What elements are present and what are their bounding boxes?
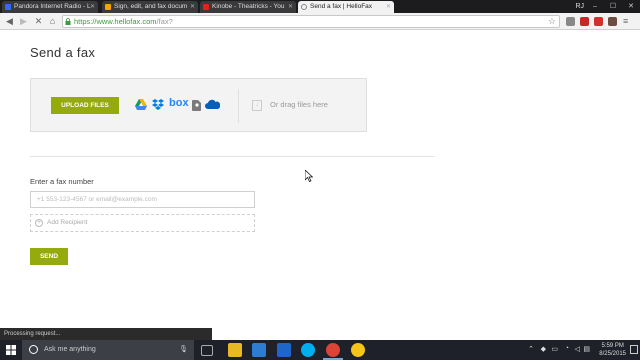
youtube-icon [203,4,209,10]
close-icon[interactable]: ✕ [90,1,95,13]
send-button[interactable]: SEND [30,248,68,265]
page-title: Send a fax [30,45,96,60]
tab-label: Send a fax | HelloFax [310,3,373,10]
dropbox-icon[interactable] [152,99,164,110]
add-recipient-button[interactable]: + Add Recipient [30,214,255,232]
back-icon[interactable]: ◀ [4,16,15,27]
url-path: /fax? [156,17,173,26]
cortana-icon [29,345,38,354]
stop-icon[interactable]: ✕ [33,16,44,27]
tab-youtube[interactable]: Kinobe - Theatricks - You ✕ [200,1,296,13]
page-content: Send a fax UPLOAD FILES box ↓ Or drag fi… [0,31,640,328]
extension-icon[interactable] [566,17,575,26]
divider [238,89,239,123]
add-recipient-label: Add Recipient [47,219,88,226]
browser-tab-strip: Pandora Internet Radio - L ✕ Sign, edit,… [0,0,640,13]
window-controls: – ☐ ✕ [586,0,640,13]
network-icon[interactable]: ◔ [565,345,569,352]
clock-time: 5:59 PM [601,343,624,349]
volume-icon[interactable]: ◁ [575,345,580,353]
extension-icon[interactable] [608,17,617,26]
clock[interactable]: 5:59 PM 8/25/2015 [599,342,626,358]
tab-pandora[interactable]: Pandora Internet Radio - L ✕ [2,1,98,13]
upload-area[interactable]: UPLOAD FILES box ↓ Or drag files here [30,78,367,132]
box-icon[interactable]: box [169,97,189,109]
pinterest-icon[interactable] [594,17,603,26]
fax-number-input[interactable] [30,191,255,208]
menu-icon[interactable]: ≡ [623,17,632,26]
skype-icon[interactable] [301,343,315,357]
search-placeholder: Ask me anything [44,346,96,353]
lock-icon [65,18,71,25]
hellosign-icon [105,4,111,10]
forward-icon[interactable]: ▶ [18,16,29,27]
microphone-icon[interactable]: 🎙 [179,340,188,360]
home-icon[interactable]: ⌂ [47,16,58,27]
app-tray-icon[interactable]: ◆ [541,345,546,353]
keyboard-icon[interactable]: ▤ [583,345,590,353]
mail-icon[interactable] [252,343,266,357]
google-drive-icon[interactable] [135,99,147,110]
chevron-up-icon[interactable]: ⌃ [528,345,534,353]
plus-icon: + [35,219,43,227]
browser-toolbar: ◀ ▶ ✕ ⌂ https://www.hellofax.com/fax? ☆ … [0,13,640,30]
status-bar: Processing request... [0,328,212,340]
task-view-icon[interactable] [201,345,213,356]
windows-start-icon[interactable] [0,340,22,360]
profile-badge[interactable]: RJ [575,0,584,13]
gmail-icon[interactable] [580,17,589,26]
clock-date: 8/25/2015 [599,351,626,357]
close-icon[interactable]: ✕ [190,1,195,13]
tab-label: Sign, edit, and fax docum [114,3,188,10]
chrome-icon[interactable] [323,343,343,360]
url-host: https://www.hellofax.com [74,17,157,26]
section-divider [30,156,435,157]
battery-icon[interactable]: ▭ [551,345,558,353]
file-icon: ↓ [252,100,262,111]
store-icon[interactable] [277,343,291,357]
fax-number-label: Enter a fax number [30,177,94,186]
taskbar: Ask me anything 🎙 ⌃ ◆ ▭ ◔ ◁ ▤ 5:59 PM 8/… [0,340,640,360]
minimize-icon[interactable]: – [586,0,604,13]
notifications-icon[interactable] [630,345,638,354]
drag-files-text: Or drag files here [270,100,328,109]
close-icon[interactable]: ✕ [386,1,391,13]
tab-hellofax-sign[interactable]: Sign, edit, and fax docum ✕ [102,1,198,13]
file-explorer-icon[interactable] [228,343,242,357]
bookmark-star-icon[interactable]: ☆ [548,16,556,27]
onedrive-icon[interactable] [204,99,220,109]
close-window-icon[interactable]: ✕ [622,0,640,13]
pandora-icon [5,4,11,10]
evernote-icon[interactable] [191,99,201,111]
mouse-cursor-icon [305,170,313,182]
tab-send-fax[interactable]: Send a fax | HelloFax ✕ [298,1,394,13]
tab-label: Kinobe - Theatricks - You [212,3,285,10]
address-bar[interactable]: https://www.hellofax.com/fax? ☆ [62,15,560,28]
app-icon[interactable] [351,343,365,357]
maximize-icon[interactable]: ☐ [604,0,622,13]
tab-label: Pandora Internet Radio - L [14,3,91,10]
cortana-search-box[interactable]: Ask me anything 🎙 [22,340,194,360]
close-icon[interactable]: ✕ [288,1,293,13]
loading-spinner-icon [301,4,307,10]
upload-files-button[interactable]: UPLOAD FILES [51,97,119,114]
